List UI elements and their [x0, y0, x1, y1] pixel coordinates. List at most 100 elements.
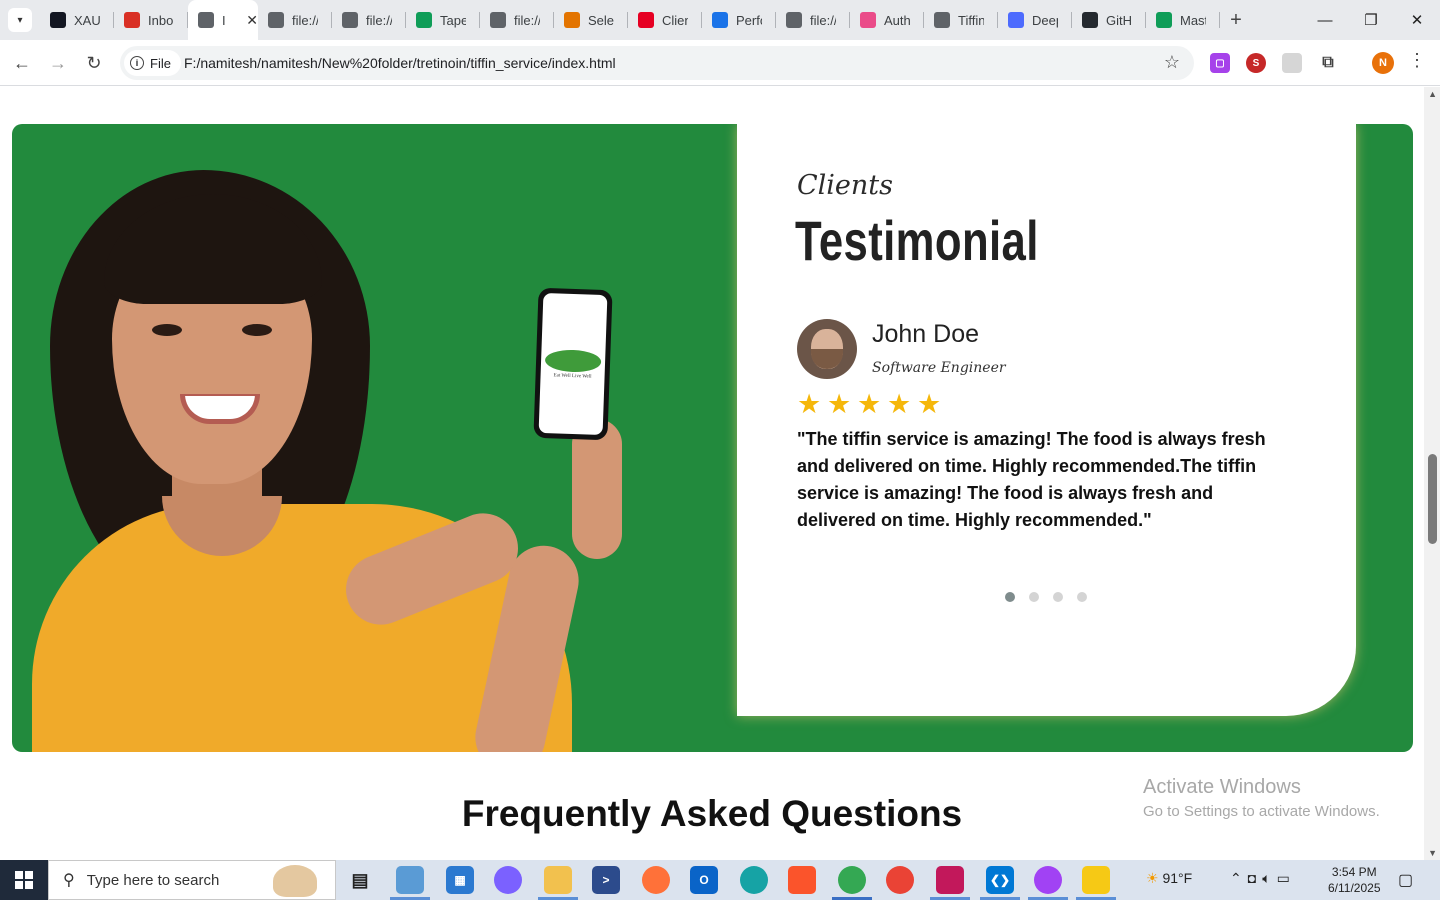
- browser-tab[interactable]: file://: [332, 0, 406, 40]
- browser-tab[interactable]: Auth: [850, 0, 924, 40]
- address-bar[interactable]: i File F:/namitesh/namitesh/New%20folder…: [120, 46, 1194, 80]
- browser-tab[interactable]: Deep: [998, 0, 1072, 40]
- scrollbar-thumb[interactable]: [1428, 454, 1437, 544]
- tab-label: file://: [366, 12, 392, 28]
- activate-windows-watermark: Activate Windows Go to Settings to activ…: [1143, 776, 1380, 820]
- weather-widget[interactable]: ☀ 91°F: [1146, 870, 1192, 887]
- tab-label: Auth: [884, 12, 910, 28]
- browser-tab[interactable]: XAU: [40, 0, 114, 40]
- sticky-notes-icon[interactable]: [1082, 866, 1110, 894]
- tab-label: Deep: [1032, 12, 1058, 28]
- sheets-icon: [1156, 12, 1172, 28]
- phone-tagline: Eat Well Live Well: [553, 372, 592, 380]
- close-tab-icon[interactable]: ✕: [246, 12, 258, 29]
- system-tray[interactable]: ⌃◘🔈︎▭: [1230, 870, 1296, 887]
- browser-tab[interactable]: file://: [258, 0, 332, 40]
- tab-search-chevron-icon[interactable]: ▾: [8, 8, 32, 32]
- phone-mockup: Eat Well Live Well: [533, 287, 613, 441]
- scroll-down-arrow-icon[interactable]: ▼: [1428, 848, 1437, 858]
- testimonial-card: Clients Testimonial John Doe Software En…: [737, 124, 1356, 716]
- chrome-profile-n-icon[interactable]: [838, 866, 866, 894]
- browser-tab[interactable]: Tiffin: [924, 0, 998, 40]
- powershell-icon[interactable]: >: [592, 866, 620, 894]
- taskbar-clock[interactable]: 3:54 PM 6/11/2025: [1328, 864, 1381, 896]
- browser-tab[interactable]: Mast: [1146, 0, 1220, 40]
- page-scrollbar[interactable]: ▲ ▼: [1424, 87, 1440, 860]
- speaker-icon[interactable]: 🔈︎: [1262, 870, 1276, 886]
- chrome-profile-l-icon[interactable]: [1034, 866, 1062, 894]
- reload-icon[interactable]: ↻: [82, 51, 106, 75]
- scroll-up-arrow-icon[interactable]: ▲: [1428, 89, 1437, 99]
- browser-tab[interactable]: Clien: [628, 0, 702, 40]
- tab-label: Mast: [1180, 12, 1206, 28]
- extensions-puzzle-icon[interactable]: ⧉: [1318, 53, 1338, 73]
- woman-with-phone-image: Eat Well Live Well: [12, 124, 737, 752]
- file-explorer-icon[interactable]: [544, 866, 572, 894]
- tab-label: Selec: [588, 12, 614, 28]
- carousel-dot[interactable]: [1053, 592, 1063, 602]
- browser-tab[interactable]: Selec: [554, 0, 628, 40]
- carousel-dot[interactable]: [1029, 592, 1039, 602]
- browser-tab[interactable]: file://: [480, 0, 554, 40]
- tab-label: Clien: [662, 12, 688, 28]
- forward-arrow-icon[interactable]: →: [46, 51, 70, 75]
- search-icon: ⚲: [63, 872, 75, 889]
- notification-center-icon[interactable]: ▢: [1398, 870, 1413, 890]
- copilot-app-icon[interactable]: [494, 866, 522, 894]
- bookmark-star-icon[interactable]: ☆: [1164, 52, 1180, 73]
- firefox-icon[interactable]: [642, 866, 670, 894]
- tab-label: Taper: [440, 12, 466, 28]
- browser-menu-icon[interactable]: ⋮: [1408, 50, 1426, 71]
- chrome-icon[interactable]: [886, 866, 914, 894]
- window-controls: — ❐ ✕: [1302, 0, 1440, 40]
- gmail-icon: [124, 12, 140, 28]
- camera-icon[interactable]: ◘: [1248, 870, 1262, 886]
- phone-screen: Eat Well Live Well: [538, 292, 608, 436]
- testimonial-quote: "The tiffin service is amazing! The food…: [797, 429, 1266, 530]
- avatar-beard-shape: [811, 349, 843, 369]
- new-tab-button[interactable]: +: [1225, 8, 1247, 32]
- star-icon: ★: [857, 389, 882, 419]
- dribbble-icon: [860, 12, 876, 28]
- extension-seo-icon[interactable]: S: [1246, 53, 1266, 73]
- taskbar-search[interactable]: ⚲ Type here to search: [48, 860, 336, 900]
- start-button[interactable]: [0, 860, 48, 900]
- tab-label: file://: [292, 12, 318, 28]
- outlook-icon[interactable]: O: [690, 866, 718, 894]
- vscode-icon[interactable]: ❮❯: [986, 866, 1014, 894]
- store-app-icon[interactable]: ▦: [446, 866, 474, 894]
- browser-tab[interactable]: Inbo: [114, 0, 188, 40]
- chart-app-icon[interactable]: [936, 866, 964, 894]
- brave-icon[interactable]: [788, 866, 816, 894]
- back-arrow-icon[interactable]: ←: [10, 51, 34, 75]
- github-icon: [1082, 12, 1098, 28]
- profile-avatar[interactable]: N: [1372, 52, 1394, 74]
- url-text[interactable]: F:/namitesh/namitesh/New%20folder/tretin…: [184, 55, 616, 71]
- globe-icon: [786, 12, 802, 28]
- minimize-icon[interactable]: —: [1302, 0, 1348, 40]
- notepad-app-icon[interactable]: [396, 866, 424, 894]
- browser-tab[interactable]: Perfo: [702, 0, 776, 40]
- star-icon: ★: [797, 389, 822, 419]
- site-info-chip[interactable]: i File: [124, 50, 181, 76]
- network-icon[interactable]: ▭: [1277, 870, 1296, 886]
- tray-chevron-up-icon[interactable]: ⌃: [1230, 870, 1248, 886]
- extension-purple-icon[interactable]: ▢: [1210, 53, 1230, 73]
- close-window-icon[interactable]: ✕: [1394, 0, 1440, 40]
- carousel-dot[interactable]: [1077, 592, 1087, 602]
- carousel-dot[interactable]: [1005, 592, 1015, 602]
- globe-icon: [934, 12, 950, 28]
- task-view-icon[interactable]: ▤: [346, 866, 374, 894]
- extension-grid-icon[interactable]: [1282, 53, 1302, 73]
- tradingview-icon: [50, 12, 66, 28]
- browser-tab[interactable]: GitH: [1072, 0, 1146, 40]
- site-chip-label: File: [150, 55, 171, 71]
- browser-tab[interactable]: file://: [776, 0, 850, 40]
- puzzle-icon: [564, 12, 580, 28]
- browser-tab[interactable]: Taper: [406, 0, 480, 40]
- browser-tab[interactable]: I ✕: [188, 0, 258, 40]
- tab-label: Inbo: [148, 12, 174, 28]
- restore-icon[interactable]: ❐: [1348, 0, 1394, 40]
- edge-icon[interactable]: [740, 866, 768, 894]
- left-eye-shape: [152, 324, 182, 336]
